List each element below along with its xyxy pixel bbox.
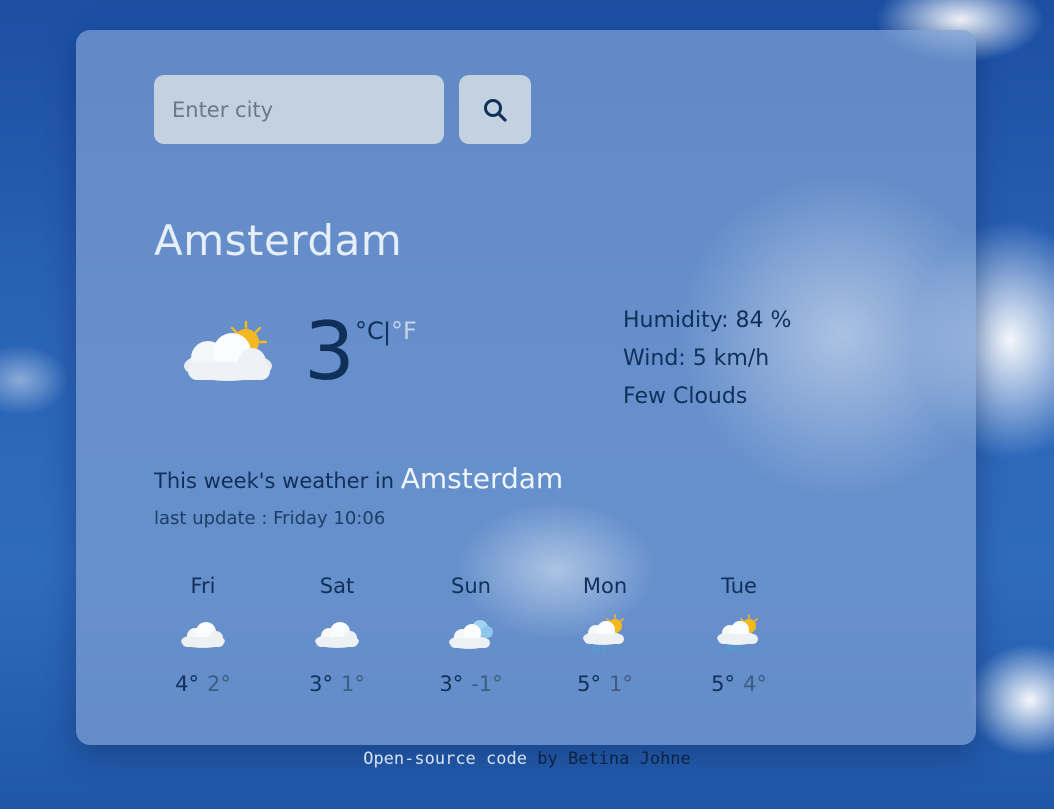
footer-by: by xyxy=(537,749,558,769)
city-search-input[interactable] xyxy=(154,75,444,144)
unit-separator: | xyxy=(383,318,392,346)
forecast-min-temp: 1° xyxy=(341,672,365,696)
sun-rain-cloud-icon xyxy=(583,614,624,652)
forecast-min-temp: 1° xyxy=(609,672,633,696)
cloud-icon xyxy=(181,622,225,648)
forecast-day-name: Sun xyxy=(451,574,491,598)
forecast-day-name: Fri xyxy=(190,574,216,598)
forecast-max-temp: 5° xyxy=(577,672,601,696)
wind-text: Wind: 5 km/h xyxy=(623,346,770,371)
search-button[interactable] xyxy=(459,75,531,144)
forecast-max-temp: 5° xyxy=(711,672,735,696)
celsius-unit-link[interactable]: °C xyxy=(355,317,384,345)
week-heading: This week's weather in Amsterdam xyxy=(154,462,563,495)
forecast-min-temp: 2° xyxy=(207,672,231,696)
forecast-min-temp: 4° xyxy=(743,672,767,696)
humidity-text: Humidity: 84 % xyxy=(623,308,792,333)
weather-description: Few Clouds xyxy=(623,384,748,409)
week-heading-city: Amsterdam xyxy=(400,462,564,495)
weather-details: Humidity: 84 % Wind: 5 km/h Few Clouds xyxy=(623,302,791,416)
forecast-day-name: Sat xyxy=(319,574,355,598)
forecast-list: Fri 4° 2° Sat 3° 1° Sun 3° -1° Mon 5° 1°… xyxy=(136,574,806,696)
footer-author: Betina Johne xyxy=(567,749,691,769)
last-update-text: last update : Friday 10:06 xyxy=(154,508,386,529)
forecast-day: Fri 4° 2° xyxy=(136,574,270,696)
weather-card: Amsterdam 3 °C | °F Humidity: 84 % Wind:… xyxy=(76,30,976,745)
forecast-max-temp: 3° xyxy=(309,672,333,696)
sun-rain-cloud-icon xyxy=(717,614,758,652)
city-title: Amsterdam xyxy=(154,216,403,265)
forecast-day: Sun 3° -1° xyxy=(404,574,538,696)
search-icon xyxy=(484,98,507,122)
cloud-icon xyxy=(315,622,359,648)
snow-cloud-icon xyxy=(449,620,493,649)
footer: Open-source code by Betina Johne xyxy=(0,749,1054,769)
fahrenheit-unit-link[interactable]: °F xyxy=(391,317,417,345)
current-temperature: 3 xyxy=(304,305,355,398)
forecast-max-temp: 4° xyxy=(175,672,199,696)
forecast-day-name: Tue xyxy=(721,574,757,598)
sun-behind-cloud-icon xyxy=(184,320,272,381)
forecast-day: Mon 5° 1° xyxy=(538,574,672,696)
week-heading-prefix: This week's weather in xyxy=(154,469,395,493)
forecast-min-temp: -1° xyxy=(471,672,503,696)
forecast-day: Sat 3° 1° xyxy=(270,574,404,696)
forecast-day: Tue 5° 4° xyxy=(672,574,806,696)
open-source-link[interactable]: Open-source code xyxy=(363,749,527,769)
forecast-max-temp: 3° xyxy=(439,672,464,696)
forecast-day-name: Mon xyxy=(582,574,628,598)
